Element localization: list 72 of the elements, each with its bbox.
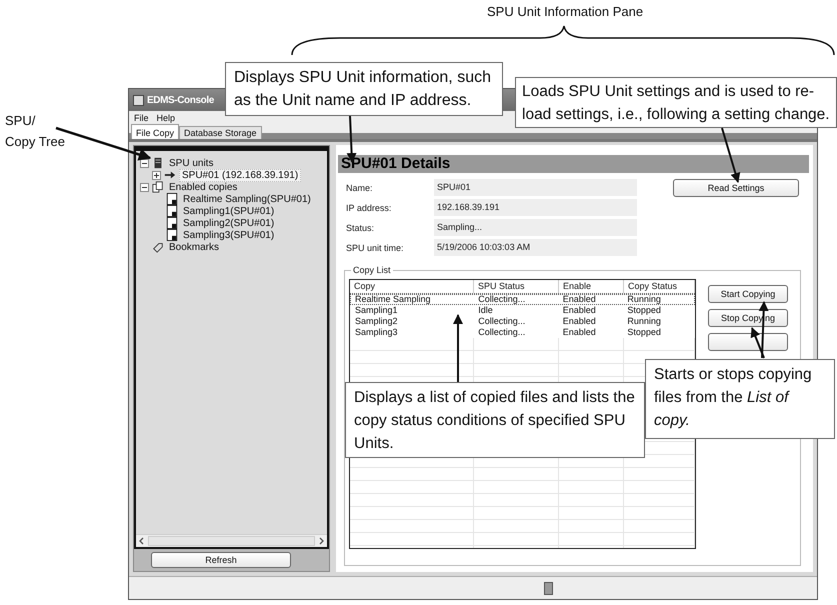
server-icon xyxy=(152,157,164,169)
table-cell-text: Enabled xyxy=(562,306,597,315)
table-cell-text: Enabled xyxy=(562,317,597,326)
documents-icon xyxy=(152,181,164,193)
partial-button[interactable] xyxy=(708,333,788,351)
table-cell-text: Running xyxy=(626,317,662,326)
field-value: 5/19/2006 10:03:03 AM xyxy=(434,239,637,256)
field-label: Status: xyxy=(346,222,376,232)
table-cell-text: Collecting... xyxy=(477,317,526,326)
menu-item[interactable]: File xyxy=(134,112,149,122)
tree-label: SPU/ Copy Tree xyxy=(5,112,65,151)
column-header[interactable]: Enable xyxy=(559,280,624,293)
tab[interactable]: File Copy xyxy=(131,124,180,139)
tree-item[interactable]: Enabled copies xyxy=(167,182,240,192)
field-label: SPU unit time: xyxy=(346,242,405,252)
table-cell-text: Stopped xyxy=(626,306,662,315)
table-row[interactable]: Realtime Sampling Collecting... Enabled Running xyxy=(350,294,695,305)
tag-icon xyxy=(152,241,164,253)
column-header[interactable]: Copy Status xyxy=(624,280,695,293)
callout: Displays a list of copied files and lists the copy status conditions of specified SPU Units. xyxy=(345,382,645,458)
tree-item[interactable]: Realtime Sampling(SPU#01) xyxy=(181,194,313,204)
document-icon xyxy=(166,193,178,205)
table-cell-text: Realtime Sampling xyxy=(354,295,432,304)
leader-line xyxy=(721,128,740,183)
field-value: 192.168.39.191 xyxy=(434,199,637,216)
tree-item[interactable]: Bookmarks xyxy=(167,242,222,252)
field-value: SPU#01 xyxy=(434,179,637,196)
table-cell-text: Sampling1 xyxy=(354,306,399,315)
document-icon xyxy=(166,217,178,229)
table-cell-text: Collecting... xyxy=(477,328,526,337)
details-heading: SPU#01 Details xyxy=(338,155,809,173)
tree-item[interactable]: Sampling1(SPU#01) xyxy=(181,206,276,216)
field-value: Sampling... xyxy=(434,219,637,236)
table-cell-text: Stopped xyxy=(626,328,662,337)
table-row[interactable]: Sampling2 Collecting... Enabled Running xyxy=(350,316,695,327)
table-cell-text: Enabled xyxy=(562,295,597,304)
expander-icon[interactable] xyxy=(140,182,149,192)
callout: Starts or stops copying files from the List of copy. xyxy=(645,359,835,439)
horizontal-scrollbar[interactable] xyxy=(136,534,327,547)
table-row[interactable]: Sampling3 Collecting... Enabled Stopped xyxy=(350,327,695,338)
pane-label: SPU Unit Information Pane xyxy=(487,4,644,19)
callout: Displays SPU Unit information, such as the Unit name and IP address. xyxy=(225,62,503,116)
table-cell-text: Sampling3 xyxy=(354,328,399,337)
tab[interactable]: Database Storage xyxy=(179,126,262,139)
table-cell-text: Enabled xyxy=(562,328,597,337)
read-settings-button[interactable]: Read Settings xyxy=(673,179,799,197)
arrow-icon xyxy=(164,169,176,181)
leader-line xyxy=(453,314,463,382)
app-icon xyxy=(133,94,144,106)
device-icon xyxy=(544,582,553,595)
tree-item[interactable]: Sampling3(SPU#01) xyxy=(181,230,276,240)
menu-item[interactable]: Help xyxy=(156,112,176,122)
document-icon xyxy=(166,205,178,217)
table-row[interactable]: Sampling1 Idle Enabled Stopped xyxy=(350,305,695,316)
column-header[interactable]: Copy xyxy=(350,280,474,293)
group-label: Copy List xyxy=(351,265,393,275)
table-cell-text: Idle xyxy=(477,306,494,315)
table-cell-text: Running xyxy=(626,295,662,304)
window-title: EDMS-Console xyxy=(147,94,214,106)
document-icon xyxy=(166,229,178,241)
field-label: IP address: xyxy=(346,202,392,212)
column-header[interactable]: SPU Status xyxy=(474,280,559,293)
tree-item[interactable]: SPU units xyxy=(167,158,216,168)
field-label: Name: xyxy=(346,182,374,192)
table-cell-text: Collecting... xyxy=(477,295,526,304)
refresh-button[interactable]: Refresh xyxy=(151,552,291,568)
tree-item[interactable]: SPU#01 (192.168.39.191) xyxy=(179,168,302,182)
expander-icon[interactable] xyxy=(152,170,161,180)
copy-button[interactable]: Start Copying xyxy=(708,285,788,303)
tree-item[interactable]: Sampling2(SPU#01) xyxy=(181,218,276,228)
table-cell-text: Sampling2 xyxy=(354,317,399,326)
callout: Loads SPU Unit settings and is used to re-load settings, i.e., following a setting change. xyxy=(515,77,837,128)
